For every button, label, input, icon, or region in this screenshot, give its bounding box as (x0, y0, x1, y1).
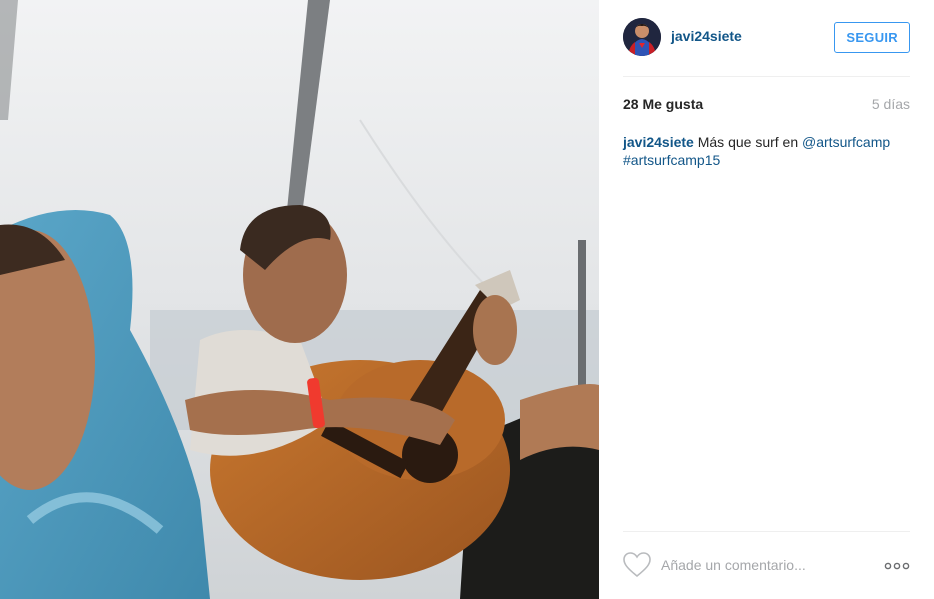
caption-text: Más que surf en (697, 134, 799, 150)
instagram-post: javi24siete SEGUIR 28 Me gusta 5 días ja… (0, 0, 934, 599)
likes-count[interactable]: 28 Me gusta (623, 96, 703, 112)
post-age[interactable]: 5 días (872, 96, 910, 112)
post-meta: 28 Me gusta 5 días (623, 96, 910, 116)
caption-hashtag-link[interactable]: #artsurfcamp15 (623, 152, 720, 168)
photo-illustration (0, 0, 599, 599)
avatar-image (623, 18, 661, 56)
comment-input[interactable] (661, 553, 876, 577)
post-footer (623, 531, 910, 599)
more-options-icon[interactable] (884, 559, 910, 571)
username-link[interactable]: javi24siete (671, 28, 742, 44)
caption-mention-link[interactable]: @artsurfcamp (802, 134, 890, 150)
post-photo[interactable] (0, 0, 599, 599)
follow-button[interactable]: SEGUIR (834, 22, 910, 53)
caption-username-link[interactable]: javi24siete (623, 134, 694, 150)
post-side-panel: javi24siete SEGUIR 28 Me gusta 5 días ja… (599, 0, 934, 599)
avatar[interactable] (623, 18, 661, 56)
heart-icon[interactable] (623, 552, 651, 578)
post-header: javi24siete SEGUIR (623, 0, 910, 77)
post-caption: javi24siete Más que surf en @artsurfcamp… (623, 133, 910, 169)
